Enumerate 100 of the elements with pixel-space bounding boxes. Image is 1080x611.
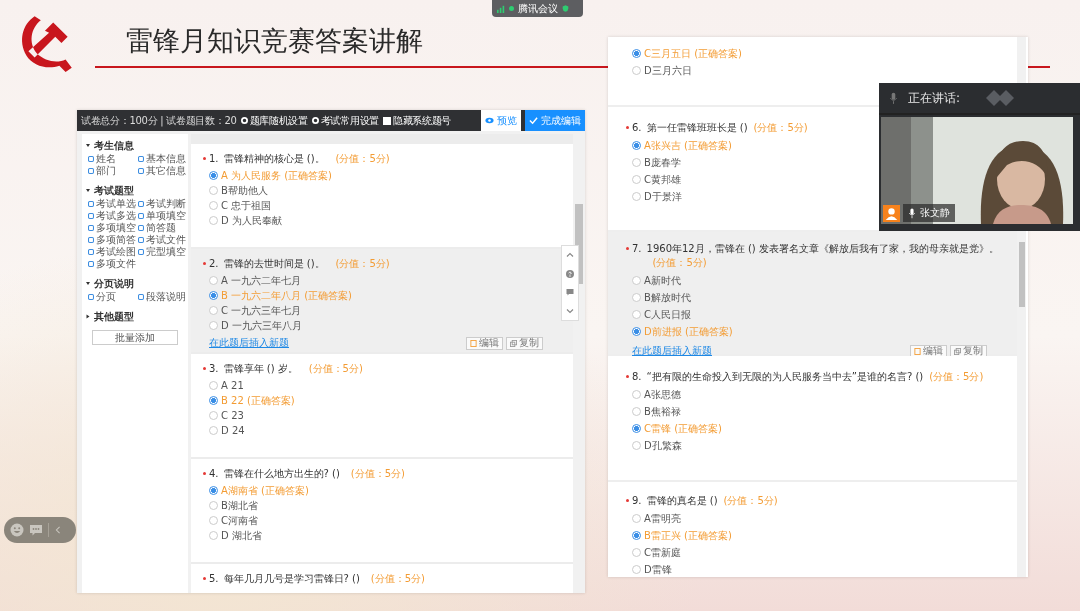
question-text: 雷锋享年 () 岁。: [223, 362, 298, 376]
exam-summary: 试卷总分：100分 | 试卷题目数：20: [81, 113, 237, 128]
radio-button[interactable]: [632, 66, 641, 75]
scrollbar[interactable]: [573, 134, 585, 593]
radio-button[interactable]: [209, 306, 218, 315]
check-icon: [529, 116, 538, 125]
smiley-icon[interactable]: [10, 523, 24, 537]
option-label: D 一九六三年八月: [221, 318, 302, 333]
question-text: 1960年12月，雷锋在 () 发表署名文章《解放后我有了家，我的母亲就是党》。 (分值：5分): [646, 242, 1000, 270]
toolbar-action[interactable]: 考试常用设置: [311, 113, 379, 128]
radio-button[interactable]: [209, 411, 218, 420]
option-label: D于景洋: [644, 189, 682, 204]
radio-button[interactable]: [209, 381, 218, 390]
option-label: D三月六日: [644, 63, 692, 78]
radio-button[interactable]: [632, 390, 641, 399]
sidebar-item[interactable]: 完型填空: [138, 246, 186, 258]
radio-button[interactable]: [209, 426, 218, 435]
sidebar-item[interactable]: 其它信息: [138, 165, 186, 177]
radio-button[interactable]: [209, 276, 218, 285]
gear-icon: [311, 117, 319, 124]
radio-button[interactable]: [632, 276, 641, 285]
help-icon[interactable]: [565, 268, 575, 279]
radio-button[interactable]: [209, 531, 218, 540]
sidebar-item[interactable]: 考试文件: [138, 234, 186, 246]
radio-button[interactable]: [632, 424, 641, 433]
radio-button[interactable]: [632, 514, 641, 523]
batch-add-button[interactable]: 批量添加: [92, 330, 178, 345]
caret-icon[interactable]: [86, 314, 90, 319]
question-number: 8.: [632, 370, 642, 384]
option-label: D 为人民奉献: [221, 213, 282, 228]
radio-button[interactable]: [209, 396, 218, 405]
radio-button[interactable]: [632, 327, 641, 336]
signal-icon: [497, 4, 505, 13]
option-label: A 21: [221, 380, 244, 391]
question-number: 3.: [209, 362, 219, 376]
radio-button[interactable]: [209, 501, 218, 510]
caret-icon[interactable]: [86, 144, 90, 147]
comment-icon[interactable]: [565, 287, 575, 298]
radio-button[interactable]: [209, 216, 218, 225]
sidebar-item[interactable]: 分页: [88, 291, 138, 303]
group-title[interactable]: 考生信息: [94, 138, 134, 153]
option-label: A 一九六二年七月: [221, 273, 302, 288]
question-number: 5.: [209, 572, 219, 586]
question-number: 4.: [209, 467, 219, 481]
sidebar-item[interactable]: 简答题: [138, 222, 186, 234]
sidebar-item[interactable]: 单项填空: [138, 210, 186, 222]
checkbox[interactable]: [382, 116, 391, 125]
group-title[interactable]: 其他题型: [94, 309, 134, 324]
radio-button[interactable]: [632, 141, 641, 150]
sidebar-item[interactable]: 考试判断: [138, 198, 186, 210]
sidebar-item[interactable]: 考试单选: [88, 198, 138, 210]
sidebar-item[interactable]: 多项简答: [88, 234, 138, 246]
radio-button[interactable]: [632, 175, 641, 184]
radio-button[interactable]: [632, 531, 641, 540]
radio-button[interactable]: [209, 171, 218, 180]
radio-button[interactable]: [632, 407, 641, 416]
radio-button[interactable]: [209, 291, 218, 300]
radio-button[interactable]: [632, 441, 641, 450]
toolbar-action[interactable]: 隐藏系统题号: [382, 113, 452, 128]
question-score: (分值：5分): [335, 257, 390, 271]
radio-button[interactable]: [209, 201, 218, 210]
radio-button[interactable]: [209, 516, 218, 525]
sidebar-item[interactable]: 多项填空: [88, 222, 138, 234]
radio-button[interactable]: [632, 548, 641, 557]
option-label: C 23: [221, 410, 244, 421]
group-title[interactable]: 考试题型: [94, 183, 134, 198]
question-number: 6.: [632, 121, 642, 135]
edit-button[interactable]: 编辑: [466, 336, 503, 350]
sidebar-item[interactable]: 多项文件: [88, 258, 138, 270]
radio-button[interactable]: [209, 486, 218, 495]
option-label: C 忠于祖国: [221, 198, 272, 213]
option-label: C雷新庭: [644, 545, 681, 560]
sidebar-item[interactable]: 段落说明: [138, 291, 186, 303]
radio-button[interactable]: [632, 293, 641, 302]
chat-icon[interactable]: [29, 523, 43, 537]
radio-button[interactable]: [209, 321, 218, 330]
caret-icon[interactable]: [86, 282, 90, 285]
radio-button[interactable]: [209, 186, 218, 195]
sidebar-item[interactable]: 考试多选: [88, 210, 138, 222]
group-title[interactable]: 分页说明: [94, 276, 134, 291]
caret-icon[interactable]: [86, 189, 90, 192]
toolbar-action[interactable]: 题库随机设置: [240, 113, 308, 128]
question-text: 雷锋精神的核心是 ()。: [223, 152, 325, 166]
scrollbar-thumb[interactable]: [1019, 242, 1025, 307]
sidebar-item[interactable]: 考试绘图: [88, 246, 138, 258]
meeting-indicator[interactable]: 腾讯会议: [492, 0, 583, 17]
radio-button[interactable]: [632, 158, 641, 167]
eye-icon: [485, 116, 494, 125]
radio-button[interactable]: [632, 49, 641, 58]
sidebar-item[interactable]: 基本信息: [138, 153, 186, 165]
radio-button[interactable]: [632, 565, 641, 574]
sidebar-item[interactable]: 姓名: [88, 153, 138, 165]
question-text: 雷锋的去世时间是 ()。: [223, 257, 325, 271]
radio-button[interactable]: [632, 310, 641, 319]
question-number: 1.: [209, 152, 219, 166]
sidebar-item[interactable]: 部门: [88, 165, 138, 177]
option-label: D孔繁森: [644, 438, 682, 453]
option-label: D 湖北省: [221, 528, 262, 543]
radio-button[interactable]: [632, 192, 641, 201]
copy-button[interactable]: 复制: [506, 336, 543, 350]
